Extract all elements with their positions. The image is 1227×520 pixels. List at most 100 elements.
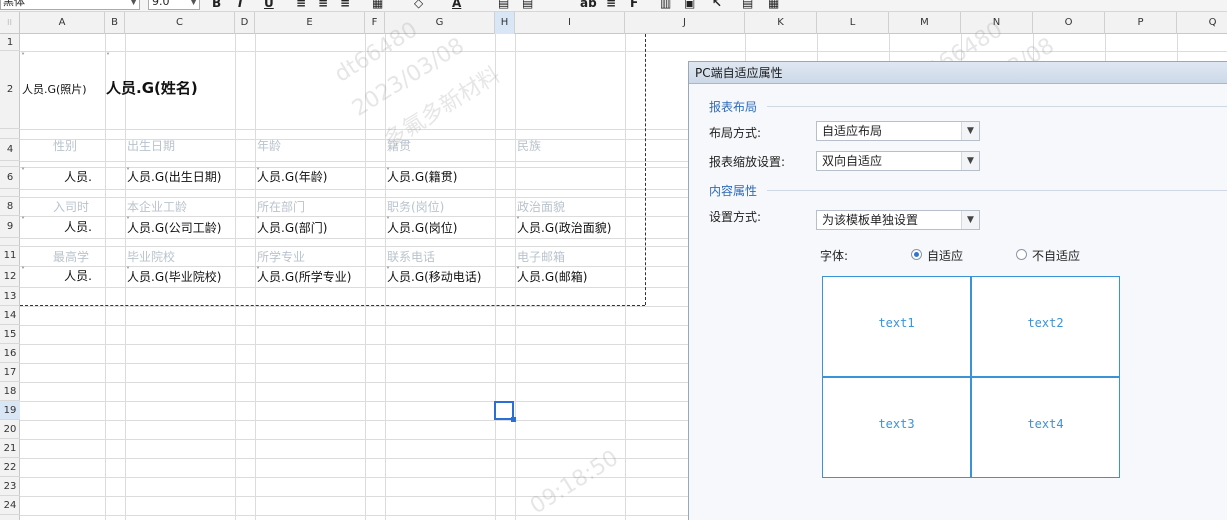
cell-school[interactable]: 人员.G(毕业院校) — [127, 270, 221, 284]
fill-color-icon[interactable]: ◇ — [414, 0, 423, 10]
row-header-13[interactable]: 13 — [0, 287, 20, 306]
row-header-24[interactable]: 24 — [0, 496, 20, 515]
row-header-3[interactable] — [0, 129, 20, 139]
column-header-j[interactable]: J — [625, 12, 745, 34]
cell-name[interactable]: 人员.G(姓名) — [106, 81, 198, 95]
chevron-down-icon: ▼ — [130, 0, 137, 7]
cell-major[interactable]: 人员.G(所学专业) — [257, 270, 351, 284]
cell-company-years[interactable]: 人员.G(公司工龄) — [127, 221, 221, 235]
page-break-line — [20, 305, 645, 306]
row-header-1[interactable]: 1 — [0, 34, 20, 51]
label-school: 毕业院校 — [127, 250, 176, 264]
bold-button[interactable]: B — [212, 0, 221, 10]
row-header-10[interactable] — [0, 238, 20, 246]
row-header-11[interactable]: 11 — [0, 246, 20, 266]
row-header-19[interactable]: 19 — [0, 401, 20, 420]
chevron-down-icon: ▼ — [961, 152, 979, 170]
row-header-21[interactable]: 21 — [0, 439, 20, 458]
row-header-9[interactable]: 9 — [0, 216, 20, 238]
border-icon[interactable]: ▦ — [372, 0, 383, 10]
page-break-line — [645, 34, 646, 305]
cell-birthdate[interactable]: 人员.G(出生日期) — [127, 170, 221, 184]
selected-cell[interactable] — [494, 401, 516, 422]
cell-position[interactable]: 人员.G(岗位) — [387, 221, 457, 235]
font-size-value: 9.0 — [152, 0, 170, 8]
column-header-e[interactable]: E — [255, 12, 365, 34]
column-header-h[interactable]: H — [495, 12, 515, 34]
label-age: 年龄 — [257, 139, 282, 153]
row-header-4[interactable]: 4 — [0, 139, 20, 161]
row-header-16[interactable]: 16 — [0, 344, 20, 363]
radio-font-adaptive-label[interactable]: 自适应 — [927, 247, 963, 264]
column-header-b[interactable]: B — [105, 12, 125, 34]
italic-button[interactable]: I — [238, 0, 242, 10]
scale-setting-value: 双向自适应 — [822, 154, 883, 168]
radio-font-adaptive[interactable] — [911, 249, 922, 260]
row-header-17[interactable]: 17 — [0, 363, 20, 382]
row-header-18[interactable]: 18 — [0, 382, 20, 401]
cell-gender[interactable]: 人员. — [22, 170, 92, 184]
chart-icon[interactable]: ▥ — [660, 0, 671, 10]
row-header-12[interactable]: 12 — [0, 266, 20, 287]
link-icon[interactable]: ↖ — [712, 0, 722, 10]
split-icon[interactable]: ▤ — [522, 0, 533, 10]
row-header-15[interactable]: 15 — [0, 325, 20, 344]
select-all-corner[interactable]: ⁝⁝ — [0, 12, 20, 34]
column-header-o[interactable]: O — [1033, 12, 1105, 34]
text-icon[interactable]: ab — [580, 0, 597, 10]
font-color-button[interactable]: A — [452, 0, 461, 10]
column-header-a[interactable]: A — [20, 12, 105, 34]
radio-font-not-adaptive-label[interactable]: 不自适应 — [1032, 247, 1080, 264]
column-header-q[interactable]: Q — [1177, 12, 1227, 34]
cell-native-place[interactable]: 人员.G(籍贯) — [387, 170, 457, 184]
merge-icon[interactable]: ▤ — [498, 0, 509, 10]
align-right-icon[interactable]: ≡ — [340, 0, 350, 10]
preview-cell: text4 — [971, 377, 1120, 478]
column-header-k[interactable]: K — [745, 12, 817, 34]
row-header-20[interactable]: 20 — [0, 420, 20, 439]
column-header-d[interactable]: D — [235, 12, 255, 34]
label-gender: 性别 — [53, 139, 78, 153]
paragraph-icon[interactable]: ≡ — [606, 0, 616, 10]
image-icon[interactable]: ▣ — [684, 0, 695, 10]
table-icon[interactable]: ▦ — [768, 0, 779, 10]
label-native-place: 籍贯 — [387, 139, 412, 153]
row-header-14[interactable]: 14 — [0, 306, 20, 325]
column-header-g[interactable]: G — [385, 12, 495, 34]
row-header-6[interactable]: 6 — [0, 167, 20, 189]
column-header-f[interactable]: F — [365, 12, 385, 34]
row-header-8[interactable]: 8 — [0, 197, 20, 216]
row-header-23[interactable]: 23 — [0, 477, 20, 496]
cell-email[interactable]: 人员.G(邮箱) — [517, 270, 587, 284]
cell-phone[interactable]: 人员.G(移动电话) — [387, 270, 481, 284]
column-header-p[interactable]: P — [1105, 12, 1177, 34]
font-name-value: 黑体 — [3, 0, 25, 8]
formula-icon[interactable]: F — [630, 0, 638, 10]
cell-photo[interactable]: 人员.G(照片) — [22, 83, 87, 97]
underline-button[interactable]: U — [264, 0, 274, 10]
cell-join-date[interactable]: 人员. — [22, 220, 92, 234]
row-header-7[interactable] — [0, 189, 20, 197]
setting-mode-select[interactable]: 为该模板单独设置 ▼ — [816, 210, 980, 230]
align-center-icon[interactable]: ≡ — [318, 0, 328, 10]
cell-age[interactable]: 人员.G(年龄) — [257, 170, 327, 184]
column-header-m[interactable]: M — [889, 12, 961, 34]
column-header-l[interactable]: L — [817, 12, 889, 34]
radio-font-not-adaptive[interactable] — [1016, 249, 1027, 260]
align-left-icon[interactable]: ≡ — [296, 0, 306, 10]
preview-cell: text3 — [822, 377, 971, 478]
cell-education[interactable]: 人员. — [22, 269, 92, 283]
row-header-2[interactable]: 2 — [0, 51, 20, 129]
row-header-22[interactable]: 22 — [0, 458, 20, 477]
cell-department[interactable]: 人员.G(部门) — [257, 221, 327, 235]
scale-setting-select[interactable]: 双向自适应 ▼ — [816, 151, 980, 171]
layout-mode-label: 布局方式: — [709, 126, 762, 140]
cell-political-status[interactable]: 人员.G(政治面貌) — [517, 221, 611, 235]
column-header-c[interactable]: C — [125, 12, 235, 34]
column-header-n[interactable]: N — [961, 12, 1033, 34]
font-name-select[interactable]: 黑体 ▼ — [0, 0, 140, 10]
column-header-i[interactable]: I — [515, 12, 625, 34]
sheet-icon[interactable]: ▤ — [742, 0, 753, 10]
font-size-select[interactable]: 9.0 ▼ — [148, 0, 200, 10]
layout-mode-select[interactable]: 自适应布局 ▼ — [816, 121, 980, 141]
